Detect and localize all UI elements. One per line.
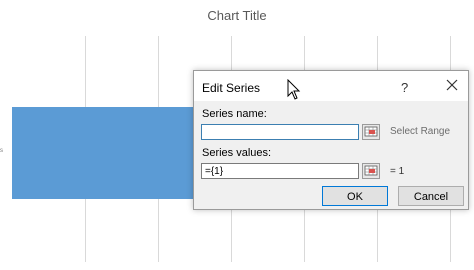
series-values-range-button[interactable]: [362, 163, 380, 179]
dialog-titlebar[interactable]: Edit Series ?: [194, 71, 468, 101]
series-values-input[interactable]: [201, 163, 359, 179]
series-name-input[interactable]: [201, 124, 359, 140]
range-selector-icon: [364, 126, 378, 137]
chart-title[interactable]: Chart Title: [0, 8, 474, 23]
close-button[interactable]: [444, 77, 460, 93]
chart-bar[interactable]: [12, 107, 202, 199]
cancel-button[interactable]: Cancel: [398, 186, 464, 206]
series-name-label: Series name:: [202, 108, 267, 120]
series-values-label: Series values:: [202, 147, 272, 159]
dialog-title: Edit Series: [202, 81, 261, 95]
edit-series-dialog: Edit Series ? Series name: Select Range …: [193, 70, 469, 210]
axis-tick-label: s: [0, 148, 3, 154]
range-selector-icon: [364, 165, 378, 176]
series-name-range-button[interactable]: [362, 124, 380, 140]
ok-button[interactable]: OK: [322, 186, 388, 206]
select-range-hint: Select Range: [390, 126, 451, 137]
close-icon: [446, 79, 458, 91]
series-values-result: = 1: [390, 166, 405, 177]
mouse-cursor-icon: [287, 79, 301, 100]
help-button[interactable]: ?: [401, 80, 408, 95]
